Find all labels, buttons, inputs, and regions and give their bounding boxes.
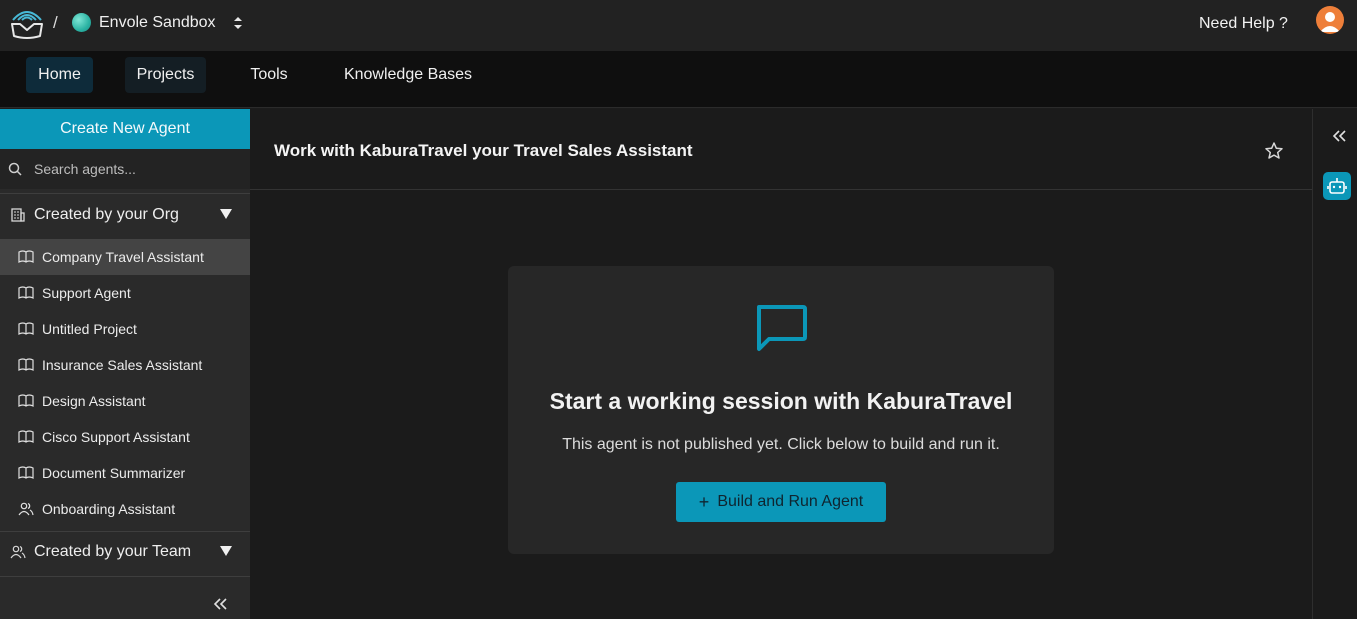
sidebar-item-label: Untitled Project <box>42 321 137 337</box>
divider <box>0 576 250 577</box>
create-new-agent-button[interactable]: Create New Agent <box>0 109 250 149</box>
plus-icon: + <box>698 491 710 512</box>
build-button-label: Build and Run Agent <box>717 493 864 510</box>
group-created-by-team[interactable]: Created by your Team <box>0 534 250 570</box>
user-avatar-icon <box>1320 12 1340 32</box>
empty-state-title: Start a working session with KaburaTrave… <box>549 388 1013 414</box>
book-icon <box>18 430 34 443</box>
sidebar-item-design-assistant[interactable]: Design Assistant <box>0 383 250 419</box>
agents-sidebar: Create New Agent Created by your Org Com… <box>0 109 250 619</box>
chat-bubble-icon <box>757 305 807 351</box>
breadcrumb-separator: / <box>53 13 58 32</box>
robot-icon <box>1327 178 1347 194</box>
sidebar-item-insurance-sales-assistant[interactable]: Insurance Sales Assistant <box>0 347 250 383</box>
book-icon <box>18 394 34 407</box>
search-input[interactable] <box>34 159 234 179</box>
book-icon <box>18 466 34 479</box>
sidebar-item-label: Document Summarizer <box>42 465 186 481</box>
need-help-link[interactable]: Need Help ? <box>1199 15 1288 33</box>
right-rail <box>1312 109 1357 619</box>
tab-tools[interactable]: Tools <box>240 57 298 93</box>
tab-projects[interactable]: Projects <box>125 57 206 93</box>
empty-state-subtitle: This agent is not published yet. Click b… <box>562 436 1000 453</box>
group-label: Created by your Org <box>34 206 179 223</box>
workspace-name[interactable]: Envole Sandbox <box>99 14 216 32</box>
build-and-run-agent-button[interactable]: + Build and Run Agent <box>676 482 886 522</box>
chevron-up-down-icon[interactable] <box>232 14 244 32</box>
sidebar-item-label: Insurance Sales Assistant <box>42 357 203 373</box>
page-title: Work with KaburaTravel your Travel Sales… <box>274 141 693 160</box>
group-label: Created by your Team <box>34 543 192 560</box>
search-icon <box>8 162 22 176</box>
sidebar-item-label: Support Agent <box>42 285 131 301</box>
main-panel: Work with KaburaTravel your Travel Sales… <box>250 109 1312 619</box>
agent-header: Work with KaburaTravel your Travel Sales… <box>250 109 1312 190</box>
divider <box>0 193 250 194</box>
divider <box>0 531 250 532</box>
caret-down-icon[interactable] <box>219 544 233 558</box>
sidebar-item-company-travel-assistant[interactable]: Company Travel Assistant <box>0 239 250 275</box>
caret-down-icon[interactable] <box>219 207 233 221</box>
sidebar-item-support-agent[interactable]: Support Agent <box>0 275 250 311</box>
main-nav: Home Projects Tools Knowledge Bases <box>0 51 1357 108</box>
assistant-bot-button[interactable] <box>1323 172 1351 200</box>
users-icon <box>18 502 34 516</box>
group-created-by-org[interactable]: Created by your Org <box>0 197 250 233</box>
tab-knowledge-bases[interactable]: Knowledge Bases <box>334 57 482 93</box>
double-chevron-left-icon[interactable] <box>1331 128 1347 144</box>
sidebar-item-label: Design Assistant <box>42 393 146 409</box>
building-icon <box>11 208 25 222</box>
collapse-sidebar-icon[interactable] <box>212 596 228 612</box>
tab-home[interactable]: Home <box>26 57 93 93</box>
star-icon[interactable] <box>1264 141 1284 161</box>
sidebar-item-label: Company Travel Assistant <box>42 249 204 265</box>
avatar[interactable] <box>1316 6 1344 34</box>
sidebar-item-document-summarizer[interactable]: Document Summarizer <box>0 455 250 491</box>
agent-search <box>0 149 250 189</box>
book-icon <box>18 322 34 335</box>
book-icon <box>18 358 34 371</box>
book-icon <box>18 286 34 299</box>
sidebar-item-onboarding-assistant[interactable]: Onboarding Assistant <box>0 491 250 527</box>
sidebar-item-label: Cisco Support Assistant <box>42 429 190 445</box>
sidebar-item-label: Onboarding Assistant <box>42 501 176 517</box>
sidebar-item-cisco-support-assistant[interactable]: Cisco Support Assistant <box>0 419 250 455</box>
users-icon <box>10 545 26 559</box>
empty-state-card: Start a working session with KaburaTrave… <box>508 266 1054 554</box>
logo-icon[interactable] <box>10 6 44 40</box>
book-icon <box>18 250 34 263</box>
sidebar-item-untitled-project[interactable]: Untitled Project <box>0 311 250 347</box>
top-bar: / Envole Sandbox Need Help ? <box>0 0 1357 51</box>
workspace-icon <box>72 13 91 32</box>
